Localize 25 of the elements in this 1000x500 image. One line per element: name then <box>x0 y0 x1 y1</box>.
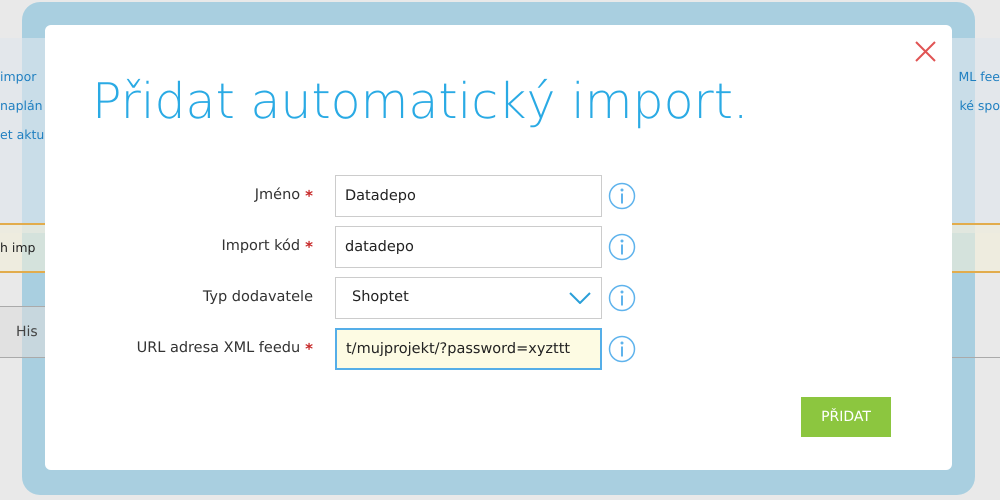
info-icon[interactable] <box>608 182 636 210</box>
info-icon[interactable] <box>608 233 636 261</box>
field-label: Import kód <box>221 237 300 256</box>
input-field[interactable]: t/mujprojekt/?password=xyzttt <box>335 328 602 370</box>
dialog-title: Přidat automatický import. <box>92 77 748 126</box>
chevron-down-icon <box>569 292 591 304</box>
background-text: ML fee <box>958 68 1000 86</box>
field-label: URL adresa XML feedu <box>136 339 300 358</box>
required-asterisk: * <box>305 186 313 207</box>
input-field[interactable]: Datadepo <box>335 175 602 217</box>
required-asterisk: * <box>305 338 313 360</box>
background-text: et aktu <box>0 126 44 144</box>
close-icon[interactable] <box>914 40 937 63</box>
warning-text: h imp <box>0 238 36 257</box>
info-icon[interactable] <box>608 284 636 312</box>
info-icon[interactable] <box>608 335 636 363</box>
history-tab[interactable]: His <box>0 306 45 357</box>
background-text: naplán <box>0 96 44 115</box>
field-label: Jméno <box>254 186 300 206</box>
input-field[interactable]: datadepo <box>335 226 602 268</box>
background-text: ké spo <box>959 96 1000 115</box>
background-text: impor <box>0 68 38 86</box>
required-asterisk: * <box>305 236 313 258</box>
supplier-select[interactable]: Shoptet <box>335 277 602 319</box>
field-label: Typ dodavatele <box>202 288 313 308</box>
